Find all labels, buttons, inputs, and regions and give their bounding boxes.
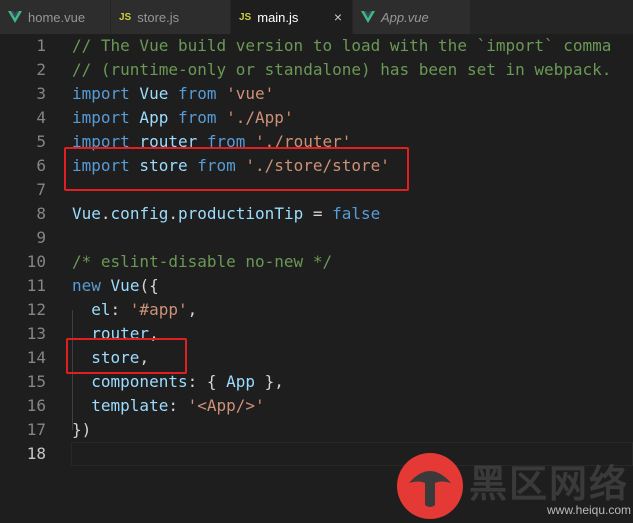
line-number: 10 — [26, 252, 46, 271]
code-text: // (runtime-only or standalone) has been… — [72, 60, 612, 79]
line-number: 12 — [26, 300, 46, 319]
watermark: 黑区网络 www.heiqu.com — [397, 451, 633, 521]
vue-icon — [361, 11, 375, 23]
line-number: 11 — [26, 276, 46, 295]
line-number: 6 — [36, 156, 46, 175]
line-number: 14 — [26, 348, 46, 367]
watermark-url: www.heiqu.com — [547, 503, 632, 517]
annotation-box-import-store — [64, 147, 409, 191]
line-number: 3 — [36, 84, 46, 103]
js-icon: JS — [239, 11, 252, 23]
code-text: Vue.config.productionTip = false — [72, 204, 381, 223]
code-line[interactable]: 17}) — [0, 418, 633, 442]
line-number: 1 — [36, 36, 46, 55]
code-editor[interactable]: 1 // The Vue build version to load with t… — [0, 34, 633, 521]
code-line[interactable]: 16 template: '<App/>' — [0, 394, 633, 418]
close-icon[interactable]: × — [334, 9, 342, 25]
tab-label: home.vue — [28, 9, 86, 25]
vue-icon — [8, 11, 22, 23]
tab-label: store.js — [137, 9, 180, 25]
tab-app-vue[interactable]: App.vue — [353, 0, 471, 34]
js-icon: JS — [119, 11, 132, 23]
code-text: el: '#app', — [91, 300, 198, 319]
line-number: 18 — [26, 444, 46, 463]
code-text: }) — [72, 420, 92, 439]
line-number: 5 — [36, 132, 46, 151]
tab-store-js[interactable]: JS store.js — [111, 0, 231, 34]
mushroom-logo-icon — [397, 453, 463, 519]
code-line[interactable]: 4 import App from './App' — [0, 106, 633, 130]
tab-label: main.js — [257, 9, 299, 25]
code-text: // The Vue build version to load with th… — [72, 36, 612, 55]
line-number: 16 — [26, 396, 46, 415]
code-line[interactable]: 12 el: '#app', — [0, 298, 633, 322]
line-number: 2 — [36, 60, 46, 79]
tab-home-vue[interactable]: home.vue — [0, 0, 111, 34]
annotation-box-store-option — [66, 338, 187, 374]
line-number: 15 — [26, 372, 46, 391]
line-number: 17 — [26, 420, 46, 439]
code-text: new Vue({ — [72, 276, 159, 295]
tab-label: App.vue — [381, 9, 429, 25]
code-line[interactable]: 2 // (runtime-only or standalone) has bee… — [0, 58, 633, 82]
line-number: 4 — [36, 108, 46, 127]
code-line[interactable]: 10 /* eslint-disable no-new */ — [0, 250, 633, 274]
code-text: import App from './App' — [72, 108, 294, 127]
watermark-title: 黑区网络 — [469, 462, 630, 506]
line-number: 13 — [26, 324, 46, 343]
tab-main-js[interactable]: JS main.js × — [231, 0, 353, 34]
line-number: 7 — [36, 180, 46, 199]
code-text: template: '<App/>' — [91, 396, 265, 415]
code-text: import Vue from 'vue' — [72, 84, 275, 103]
code-line[interactable]: 11 new Vue({ — [0, 274, 633, 298]
code-line[interactable]: 1 // The Vue build version to load with t… — [0, 34, 633, 58]
code-line[interactable]: 3 import Vue from 'vue' — [0, 82, 633, 106]
line-number: 8 — [36, 204, 46, 223]
code-line[interactable]: 8 Vue.config.productionTip = false — [0, 202, 633, 226]
editor-tab-bar: home.vue JS store.js JS main.js × App.vu… — [0, 0, 633, 35]
line-number: 9 — [36, 228, 46, 247]
code-line[interactable]: 9 — [0, 226, 633, 250]
code-text: /* eslint-disable no-new */ — [72, 252, 333, 271]
